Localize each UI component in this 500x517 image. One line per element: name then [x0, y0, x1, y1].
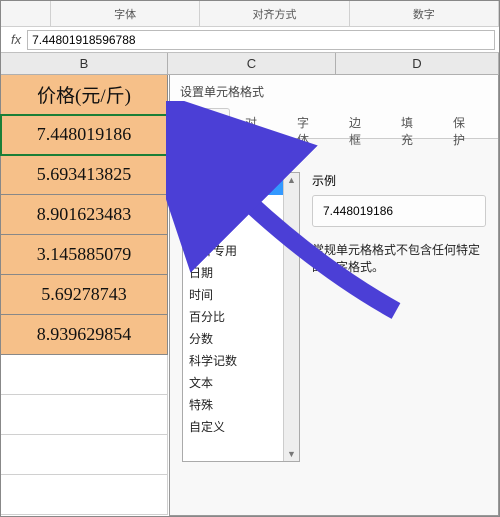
list-item-fraction[interactable]: 分数	[183, 327, 299, 349]
example-value: 7.448019186	[312, 195, 486, 227]
dialog-tabs: 数字 对齐 字体 边框 填充 保护	[170, 107, 498, 139]
ribbon-align[interactable]: 对齐方式	[200, 1, 349, 26]
formula-input[interactable]	[27, 30, 495, 50]
example-area: 示例 7.448019186 常规单元格格式不包含任何特定的数字格式。	[312, 172, 486, 462]
scroll-up-icon[interactable]: ▲	[287, 173, 296, 187]
cell-b5[interactable]: 3.145885079	[1, 235, 168, 275]
col-header-c[interactable]: C	[168, 53, 336, 74]
list-item-scientific[interactable]: 科学记数	[183, 349, 299, 371]
col-header-b[interactable]: B	[1, 53, 168, 74]
col-header-d[interactable]: D	[336, 53, 499, 74]
list-item-custom[interactable]: 自定义	[183, 415, 299, 437]
cell-b10[interactable]	[1, 435, 168, 475]
ribbon-number[interactable]: 数字	[350, 1, 499, 26]
format-description: 常规单元格格式不包含任何特定的数字格式。	[312, 241, 486, 275]
ribbon-font[interactable]: 字体	[51, 1, 200, 26]
scroll-down-icon[interactable]: ▼	[287, 447, 296, 461]
ribbon-bar: 字体 对齐方式 数字	[1, 1, 499, 27]
category-label: 分类(C):	[182, 151, 486, 168]
dialog-title: 设置单元格格式	[170, 75, 498, 107]
example-label: 示例	[312, 172, 486, 189]
tab-border[interactable]: 边框	[334, 107, 386, 138]
cell-b4[interactable]: 8.901623483	[1, 195, 168, 235]
list-item-date[interactable]: 日期	[183, 261, 299, 283]
tab-fill[interactable]: 填充	[386, 107, 438, 138]
list-item-accounting[interactable]: 会计专用	[183, 239, 299, 261]
tab-font[interactable]: 字体	[282, 107, 334, 138]
listbox-scrollbar[interactable]: ▲ ▼	[283, 173, 299, 461]
fx-icon[interactable]: fx	[5, 32, 27, 47]
list-item-time[interactable]: 时间	[183, 283, 299, 305]
list-item-numeric[interactable]: 数值	[183, 195, 299, 217]
cell-b9[interactable]	[1, 395, 168, 435]
formula-bar: fx	[1, 27, 499, 53]
tab-protect[interactable]: 保护	[438, 107, 490, 138]
cell-b-header[interactable]: 价格(元/斤)	[1, 75, 168, 115]
list-item-special[interactable]: 特殊	[183, 393, 299, 415]
cell-b2[interactable]: 7.448019186	[1, 115, 168, 155]
column-headers: B C D	[1, 53, 499, 75]
tab-number[interactable]: 数字	[178, 108, 230, 139]
cell-b3[interactable]: 5.693413825	[1, 155, 168, 195]
list-item-text[interactable]: 文本	[183, 371, 299, 393]
list-item-percent[interactable]: 百分比	[183, 305, 299, 327]
format-cells-dialog: 设置单元格格式 数字 对齐 字体 边框 填充 保护 分类(C): 常规 数值 货…	[169, 75, 499, 516]
cell-b7[interactable]: 8.939629854	[1, 315, 168, 355]
list-item-currency[interactable]: 货币	[183, 217, 299, 239]
cell-b6[interactable]: 5.69278743	[1, 275, 168, 315]
column-b: 价格(元/斤) 7.448019186 5.693413825 8.901623…	[1, 75, 168, 516]
tab-align[interactable]: 对齐	[230, 107, 282, 138]
cell-b8[interactable]	[1, 355, 168, 395]
ribbon-empty	[1, 1, 51, 26]
dialog-body: 分类(C): 常规 数值 货币 会计专用 日期 时间 百分比 分数 科学记数 文…	[170, 139, 498, 474]
list-item-general[interactable]: 常规	[183, 173, 299, 195]
category-listbox[interactable]: 常规 数值 货币 会计专用 日期 时间 百分比 分数 科学记数 文本 特殊 自定…	[182, 172, 300, 462]
cell-b11[interactable]	[1, 475, 168, 515]
